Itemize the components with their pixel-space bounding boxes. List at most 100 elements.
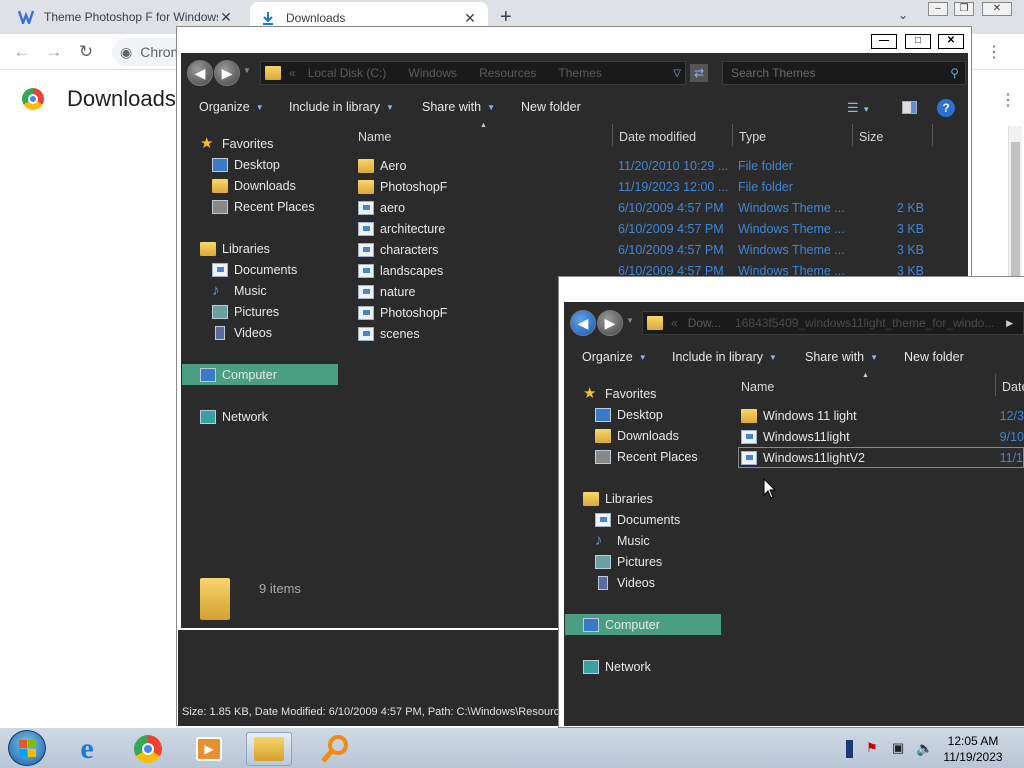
column-header-name[interactable]: Name [358,130,391,144]
nav-pictures[interactable]: Pictures [583,551,698,572]
column-header-size[interactable]: Size [859,130,883,144]
column-divider[interactable] [612,124,613,146]
breadcrumb-item[interactable]: Resources [479,66,536,80]
nav-videos[interactable]: Videos [200,322,315,343]
more-options-icon[interactable]: ⋮ [986,42,1002,62]
nav-recent-places[interactable]: Recent Places [583,446,698,467]
nav-pictures[interactable]: Pictures [200,301,315,322]
close-button[interactable]: ✕ [938,34,964,49]
file-row[interactable]: Aero 11/20/2010 10:29 ... File folder [358,155,928,176]
file-row[interactable]: Windows11light 9/10 [741,426,1024,447]
organize-menu[interactable]: Organize ▼ [199,100,264,114]
address-bar[interactable]: « Dow... 16843f5409_windows11light_theme… [642,311,1024,335]
reload-icon[interactable]: ↻ [76,42,96,62]
nav-downloads[interactable]: Downloads [583,425,698,446]
restore-button[interactable]: ❐ [954,2,974,16]
nav-favorites[interactable]: ★ Favorites [583,383,698,404]
recent-pages-chevron-icon[interactable]: ▼ [626,316,634,325]
breadcrumb-item[interactable]: Local Disk (C:) [308,66,387,80]
nav-desktop[interactable]: Desktop [583,404,698,425]
nav-computer[interactable]: Computer [182,364,338,385]
internet-explorer-icon[interactable]: e [64,732,110,766]
column-divider[interactable] [732,124,733,146]
new-folder-button[interactable]: New folder [521,100,581,114]
new-folder-button[interactable]: New folder [904,350,964,364]
close-tab-icon[interactable]: ✕ [462,10,478,27]
volume-muted-icon[interactable]: 🔈 [916,740,933,757]
nav-videos[interactable]: Videos [583,572,698,593]
column-divider[interactable] [995,374,996,396]
address-bar[interactable]: « Local Disk (C:) Windows Resources Them… [260,61,686,85]
column-header-type[interactable]: Type [739,130,766,144]
back-button[interactable]: ◀ [187,60,213,86]
file-row[interactable]: PhotoshopF 11/19/2023 12:00 ... File folde… [358,176,928,197]
recent-pages-chevron-icon[interactable]: ▼ [243,66,251,75]
maximize-button[interactable]: □ [905,34,931,49]
search-magnifier-taskbar-icon[interactable] [312,732,358,766]
breadcrumb-item[interactable]: 16843f5409_windows11light_theme_for_wind… [735,316,994,330]
back-button[interactable]: ◀ [570,310,596,336]
nav-music[interactable]: ♪ Music [583,530,698,551]
chrome-taskbar-icon[interactable] [125,732,171,766]
nav-documents[interactable]: Documents [200,259,315,280]
share-with-menu[interactable]: Share with ▼ [805,350,878,364]
system-clock[interactable]: 12:05 AM 11/19/2023 [940,733,1006,765]
nav-desktop[interactable]: Desktop [200,154,315,175]
column-divider[interactable] [852,124,853,146]
file-row[interactable]: architecture 6/10/2009 4:57 PM Windows The… [358,218,928,239]
column-divider[interactable] [932,124,933,146]
refresh-icon[interactable]: ⇄ [690,64,708,82]
nav-libraries[interactable]: Libraries [583,488,698,509]
start-button[interactable] [8,730,46,766]
forward-arrow-icon[interactable]: → [44,42,64,62]
theme-file-icon [358,200,374,215]
close-button[interactable]: ✕ [982,2,1012,16]
close-tab-icon[interactable]: ✕ [218,9,234,26]
help-icon[interactable]: ? [937,99,955,117]
preview-pane-icon[interactable] [902,101,917,114]
column-header-date[interactable]: Date modified [619,130,696,144]
view-options-icon[interactable]: ☰ ▼ [847,100,870,116]
tab-search-chevron-icon[interactable]: ⌄ [898,8,908,22]
nav-computer[interactable]: Computer [565,614,721,635]
file-row[interactable]: characters 6/10/2009 4:57 PM Windows Theme… [358,239,928,260]
file-row[interactable]: Windows 11 light 12/3 [741,405,1024,426]
minimize-button[interactable]: — [871,34,897,49]
nav-music[interactable]: ♪ Music [200,280,315,301]
nav-libraries[interactable]: Libraries [200,238,315,259]
include-in-library-menu[interactable]: Include in library ▼ [672,350,777,364]
search-input[interactable]: Search Themes ⚲ [722,61,966,85]
include-in-library-menu[interactable]: Include in library ▼ [289,100,394,114]
file-row-focused[interactable]: Windows11lightV2 11/1 [738,447,1024,468]
nav-network[interactable]: Network [583,656,651,677]
recent-places-icon [212,199,228,214]
nav-documents[interactable]: Documents [583,509,698,530]
address-dropdown-icon[interactable]: ▽ [673,68,681,79]
share-with-menu[interactable]: Share with ▼ [422,100,495,114]
forward-button[interactable]: ▶ [214,60,240,86]
media-player-icon[interactable]: ▶ [186,732,232,766]
page-menu-icon[interactable]: ⋮ [1000,90,1016,110]
column-header-date[interactable]: Date [1002,380,1024,394]
breadcrumb-item[interactable]: Dow... [688,316,721,330]
nav-downloads[interactable]: Downloads [200,175,315,196]
breadcrumb-item[interactable]: Themes [558,66,601,80]
column-header-name[interactable]: Name [741,380,774,394]
nav-network[interactable]: Network [200,406,268,427]
breadcrumb-item[interactable]: Windows [408,66,457,80]
nav-favorites[interactable]: ★ Favorites [200,133,315,154]
minimize-button[interactable]: – [928,2,948,16]
file-list: Windows 11 light 12/3 Windows11light 9/10 … [738,405,1024,468]
file-row[interactable]: aero 6/10/2009 4:57 PM Windows Theme ... 2 … [358,197,928,218]
file-type: Windows Theme ... [738,242,845,257]
show-hidden-icons[interactable] [846,740,853,758]
nav-label: Computer [605,617,660,632]
network-status-icon[interactable]: ▣ [892,740,904,756]
nav-recent-places[interactable]: Recent Places [200,196,315,217]
action-center-flag-icon[interactable]: ⚑ [866,740,878,756]
file-explorer-taskbar-icon[interactable] [246,732,292,766]
back-arrow-icon[interactable]: ← [12,42,32,62]
forward-button[interactable]: ▶ [597,310,623,336]
organize-menu[interactable]: Organize ▼ [582,350,647,364]
breadcrumb-chevron-icon[interactable]: ▶ [1006,318,1013,329]
